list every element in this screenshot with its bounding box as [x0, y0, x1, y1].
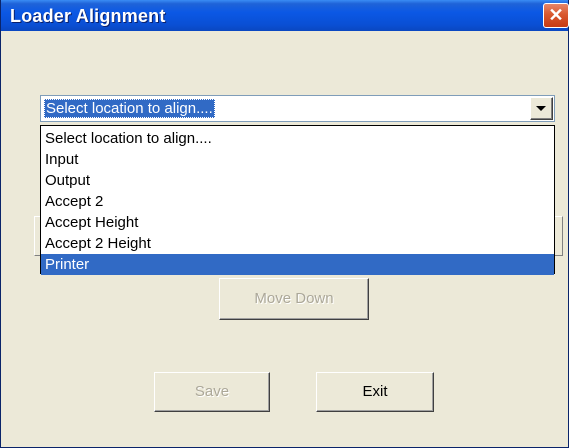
exit-button[interactable]: Exit [316, 372, 434, 412]
save-button[interactable]: Save [154, 372, 270, 412]
close-button[interactable]: ✕ [543, 3, 569, 28]
loader-alignment-window: Loader Alignment ✕ Select location to al… [0, 0, 569, 448]
dropdown-arrow-button[interactable] [530, 97, 553, 120]
list-item[interactable]: Select location to align.... [41, 128, 554, 149]
list-item-selected[interactable]: Printer [41, 254, 554, 275]
close-icon: ✕ [548, 5, 564, 25]
list-item[interactable]: Input [41, 149, 554, 170]
location-select[interactable]: Select location to align.... [40, 95, 555, 122]
list-item[interactable]: Output [41, 170, 554, 191]
location-select-value: Select location to align.... [44, 99, 215, 118]
list-item[interactable]: Accept Height [41, 212, 554, 233]
title-bar[interactable]: Loader Alignment ✕ [1, 0, 569, 31]
move-down-button[interactable]: Move Down [219, 278, 369, 320]
window-title: Loader Alignment [10, 6, 166, 26]
chevron-down-icon [536, 106, 546, 111]
list-item[interactable]: Accept 2 Height [41, 233, 554, 254]
location-dropdown-list: Select location to align.... Input Outpu… [40, 125, 555, 275]
list-item[interactable]: Accept 2 [41, 191, 554, 212]
